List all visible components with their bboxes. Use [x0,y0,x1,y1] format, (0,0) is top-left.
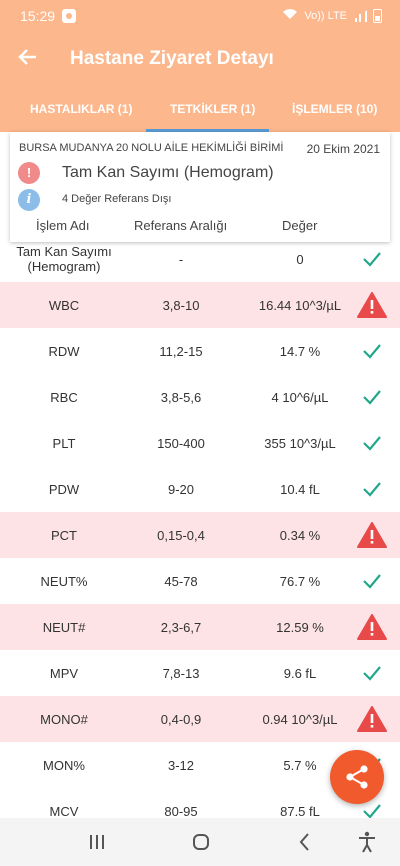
result-reference: 0,15-0,4 [157,527,205,543]
column-header-value: Değer [282,218,318,233]
result-reference: 45-78 [164,573,198,589]
result-value: 9.6 fL [283,665,317,681]
out-of-range-note: 4 Değer Referans Dışı [62,193,172,205]
result-reference: 3,8-5,6 [160,389,202,405]
warning-triangle-icon [352,604,392,650]
result-row[interactable]: NEUT% 45-78 76.7 % [0,558,400,604]
check-icon [352,650,392,696]
result-value: 76.7 % [279,573,321,589]
signal-icon [353,9,367,22]
result-name: RDW [48,343,80,359]
result-name: PLT [52,435,76,451]
accessibility-button[interactable] [352,830,382,854]
result-value: 0.94 10^3/µL [262,711,338,727]
tab-bar: HASTALIKLAR (1) TETKİKLER (1) İŞLEMLER (… [0,88,400,132]
result-row[interactable]: RDW 11,2-15 14.7 % [0,328,400,374]
battery-icon [373,8,382,23]
check-icon [352,236,392,282]
tab-tests[interactable]: TETKİKLER (1) [170,102,255,116]
result-row[interactable]: MPV 7,8-13 9.6 fL [0,650,400,696]
result-value: 16.44 10^3/µL [258,297,342,313]
result-value: 355 10^3/µL [264,435,336,451]
result-row[interactable]: NEUT# 2,3-6,7 12.59 % [0,604,400,650]
result-reference: 3,8-10 [162,297,200,313]
result-reference: 150-400 [157,435,205,451]
column-header-name: İşlem Adı [36,218,90,233]
tab-procedures[interactable]: İŞLEMLER (10) [292,102,377,116]
institution-name: BURSA MUDANYA 20 NOLU AİLE HEKİMLİĞİ BİR… [19,142,284,154]
column-header-reference: Referans Aralığı [134,218,228,233]
results-list[interactable]: Tam Kan Sayımı (Hemogram) - 0 WBC 3,8-10 16.4… [0,236,400,834]
result-name: MPV [49,665,79,681]
result-reference: 0,4-0,9 [160,711,202,727]
visit-date: 20 Ekim 2021 [306,142,380,156]
result-reference: 11,2-15 [159,343,203,359]
result-value: 12.59 % [276,619,324,635]
check-icon [352,374,392,420]
arrow-left-icon [18,46,38,73]
result-name: Tam Kan Sayımı (Hemogram) [16,244,112,274]
wifi-icon [282,8,298,23]
result-value: 14.7 % [279,343,321,359]
result-name: PDW [48,481,80,497]
status-bar: 15:29 Vo)) LTE [0,0,400,32]
result-name: WBC [48,297,80,313]
back-button[interactable] [14,46,42,74]
test-name: Tam Kan Sayımı (Hemogram) [62,164,274,181]
result-row[interactable]: PDW 9-20 10.4 fL [0,466,400,512]
check-icon [352,328,392,374]
result-row[interactable]: PLT 150-400 355 10^3/µL [0,420,400,466]
result-reference: 2,3-6,7 [160,619,202,635]
check-icon [352,558,392,604]
result-row[interactable]: RBC 3,8-5,6 4 10^6/µL [0,374,400,420]
system-nav-bar [0,818,400,866]
check-icon [352,420,392,466]
result-value: 0.34 % [279,527,321,543]
result-reference: 3-12 [167,757,195,773]
result-value: 0 [296,251,304,267]
result-name: MONO# [40,711,88,727]
result-name: MON% [43,757,85,773]
status-time: 15:29 [20,8,56,24]
result-reference: - [178,251,184,267]
result-value: 10.4 fL [280,481,320,497]
result-row[interactable]: MONO# 0,4-0,9 0.94 10^3/µL [0,696,400,742]
alert-icon: ! [18,162,40,184]
tab-diseases[interactable]: HASTALIKLAR (1) [30,102,132,116]
result-reference: 9-20 [167,481,195,497]
result-row[interactable]: WBC 3,8-10 16.44 10^3/µL [0,282,400,328]
result-name: PCT [51,527,77,543]
system-back-button[interactable] [290,830,320,854]
result-row[interactable]: PCT 0,15-0,4 0.34 % [0,512,400,558]
warning-triangle-icon [352,282,392,328]
recent-apps-button[interactable] [82,830,112,854]
result-name: RBC [50,389,78,405]
result-name: NEUT% [40,573,88,589]
page-title: Hastane Ziyaret Detayı [70,48,274,69]
test-info-card: BURSA MUDANYA 20 NOLU AİLE HEKİMLİĞİ BİR… [10,132,390,242]
result-row[interactable]: Tam Kan Sayımı (Hemogram) - 0 [0,236,400,282]
info-icon: i [18,189,40,211]
result-value: 4 10^6/µL [271,389,329,405]
result-reference: 7,8-13 [162,665,200,681]
notification-app-icon [62,9,76,23]
share-button[interactable] [330,750,384,804]
status-icons: Vo)) LTE [282,8,382,23]
app-bar: 15:29 Vo)) LTE Hastane Ziyaret Detayı HA… [0,0,400,132]
network-type-label: Vo)) LTE [304,9,347,22]
warning-triangle-icon [352,696,392,742]
home-button[interactable] [186,830,216,854]
warning-triangle-icon [352,512,392,558]
check-icon [352,466,392,512]
result-name: NEUT# [42,619,86,635]
